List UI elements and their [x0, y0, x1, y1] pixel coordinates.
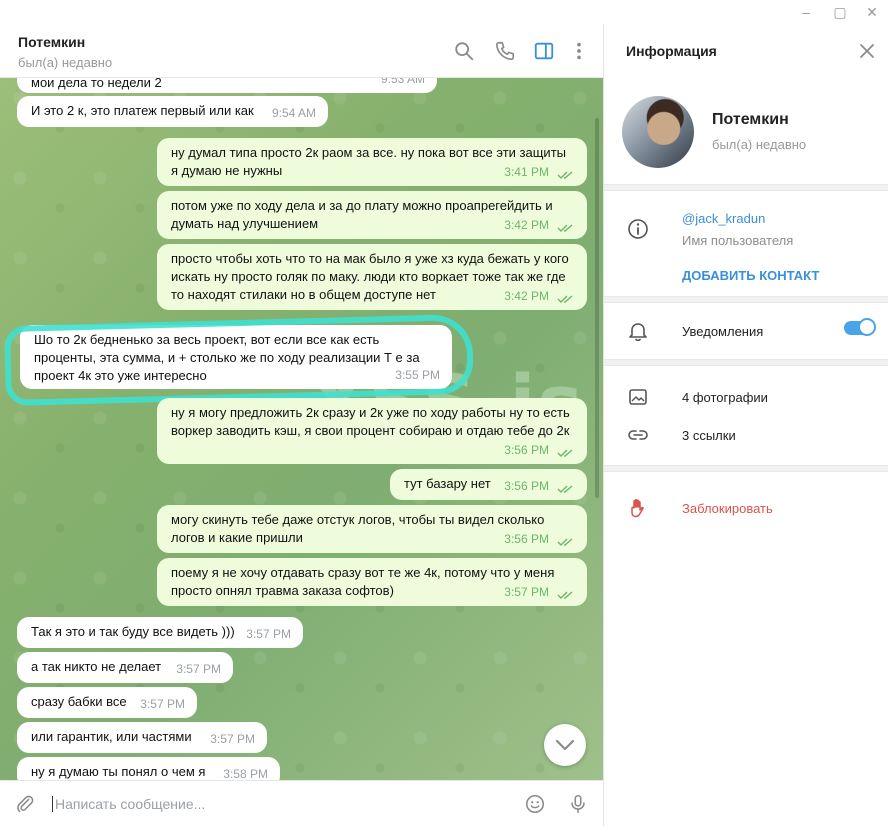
profile-status: был(а) недавно [712, 137, 807, 152]
message-text: ну я думаю ты понял о чем я [31, 764, 206, 779]
chat-status: был(а) недавно [18, 55, 113, 70]
block-user-button[interactable]: Заблокировать [682, 501, 773, 516]
message-time: 3:57 PM [140, 697, 185, 711]
profile-name: Потемкин [712, 111, 789, 128]
sidebar-toggle-icon[interactable] [533, 40, 555, 62]
chat-panel: Потемкин был(а) недавно XSS.is мои дела … [0, 24, 603, 826]
message-list[interactable]: XSS.is мои дела то недели 2 9:53 AM И эт… [0, 78, 603, 780]
photos-item[interactable]: 4 фотографии [682, 390, 768, 405]
message-bubble[interactable]: Так я это и так буду все видеть ))) 3:57… [17, 617, 303, 648]
message-text: Так я это и так буду все видеть ))) [31, 624, 235, 639]
emoji-icon[interactable] [524, 793, 546, 815]
section-divider [604, 465, 888, 472]
message-input[interactable]: Написать сообщение... [52, 796, 205, 812]
message-text: ну я могу предложить 2к сразу и 2к уже п… [171, 405, 570, 438]
read-ticks-icon [557, 449, 573, 457]
chat-title[interactable]: Потемкин [18, 34, 85, 50]
window-titlebar: – ▢ ✕ [0, 0, 888, 24]
notifications-label: Уведомления [682, 324, 764, 339]
message-composer[interactable]: Написать сообщение... [0, 780, 603, 826]
message-text: И это 2 к, это платеж первый или как [31, 103, 254, 118]
attach-icon[interactable] [14, 793, 36, 815]
message-text: тут базару нет [404, 476, 491, 491]
links-item[interactable]: 3 ссылки [682, 428, 736, 443]
message-text: или гарантик, или частями [31, 729, 192, 744]
minimize-icon[interactable]: – [796, 2, 816, 22]
info-panel: Информация Потемкин был(а) недавно @jack… [604, 24, 888, 826]
info-icon [628, 219, 648, 239]
read-ticks-icon [557, 538, 573, 546]
read-ticks-icon [557, 224, 573, 232]
link-icon [628, 430, 648, 440]
read-ticks-icon [557, 591, 573, 599]
section-divider [604, 184, 888, 191]
section-divider [604, 296, 888, 303]
message-text: поему я не хочу отдавать сразу вот те же… [171, 565, 555, 598]
window-close-icon[interactable]: ✕ [862, 2, 882, 22]
avatar[interactable] [622, 96, 694, 168]
photo-icon [629, 389, 647, 405]
message-bubble[interactable]: а так никто не делает 3:57 PM [17, 652, 233, 683]
message-time: 3:57 PM [504, 585, 549, 599]
message-bubble[interactable]: ну думал типа просто 2к раом за все. ну … [157, 138, 587, 186]
message-bubble[interactable]: сразу бабки все 3:57 PM [17, 687, 197, 718]
username-label: Имя пользователя [682, 233, 794, 248]
message-text: мои дела то недели 2 [31, 78, 162, 90]
microphone-icon[interactable] [567, 793, 589, 815]
username-link[interactable]: @jack_kradun [682, 211, 765, 226]
search-icon[interactable] [453, 40, 475, 62]
chat-header[interactable]: Потемкин был(а) недавно [0, 24, 603, 78]
message-text: могу скинуть тебе даже отстук логов, что… [171, 512, 545, 545]
info-title: Информация [626, 43, 717, 59]
message-text: сразу бабки все [31, 694, 127, 709]
read-ticks-icon [557, 295, 573, 303]
message-text: потом уже по ходу дела и за до плату мож… [171, 198, 553, 231]
message-time: 9:53 AM [380, 78, 425, 86]
message-time: 3:41 PM [504, 165, 549, 179]
message-time: 3:42 PM [504, 218, 549, 232]
bell-icon [629, 323, 647, 342]
message-time: 3:57 PM [246, 627, 291, 641]
message-bubble[interactable]: мои дела то недели 2 9:53 AM [17, 78, 437, 93]
message-time: 3:57 PM [210, 732, 255, 746]
message-bubble[interactable]: поему я не хочу отдавать сразу вот те же… [157, 558, 587, 606]
chevron-down-icon [555, 739, 575, 751]
scroll-down-button[interactable] [544, 724, 586, 766]
message-time: 3:56 PM [504, 443, 549, 457]
more-menu-icon[interactable] [568, 40, 590, 62]
message-scrollbar[interactable] [595, 118, 599, 498]
close-icon[interactable] [858, 42, 876, 60]
block-hand-icon [631, 499, 644, 518]
message-bubble[interactable]: просто чтобы хоть что то на мак было я у… [157, 244, 587, 310]
message-bubble[interactable]: ну я могу предложить 2к сразу и 2к уже п… [157, 398, 587, 464]
add-contact-button[interactable]: ДОБАВИТЬ КОНТАКТ [682, 268, 819, 283]
app-window: – ▢ ✕ Потемкин был(а) недавно XSS.is [0, 0, 888, 826]
message-time: 9:54 AM [271, 106, 316, 120]
message-time: 3:58 PM [223, 767, 268, 780]
message-time: 3:56 PM [504, 532, 549, 546]
notifications-toggle[interactable] [844, 318, 876, 336]
message-bubble[interactable]: И это 2 к, это платеж первый или как 9:5… [17, 96, 328, 127]
message-time: 3:56 PM [504, 479, 549, 493]
section-divider [604, 359, 888, 366]
read-ticks-icon [557, 171, 573, 179]
message-bubble[interactable]: ну я думаю ты понял о чем я 3:58 PM [17, 757, 280, 780]
message-bubble[interactable]: или гарантик, или частями 3:57 PM [17, 722, 267, 753]
message-text: а так никто не делает [31, 659, 162, 674]
highlight-annotation [4, 313, 474, 407]
phone-icon[interactable] [494, 40, 516, 62]
message-time: 3:42 PM [504, 289, 549, 303]
message-bubble[interactable]: потом уже по ходу дела и за до плату мож… [157, 191, 587, 239]
message-bubble[interactable]: тут базару нет 3:56 PM [390, 469, 587, 500]
message-bubble[interactable]: могу скинуть тебе даже отстук логов, что… [157, 505, 587, 553]
maximize-icon[interactable]: ▢ [830, 2, 850, 22]
toggle-knob [858, 318, 876, 336]
message-time: 3:57 PM [176, 662, 221, 676]
read-ticks-icon [557, 485, 573, 493]
